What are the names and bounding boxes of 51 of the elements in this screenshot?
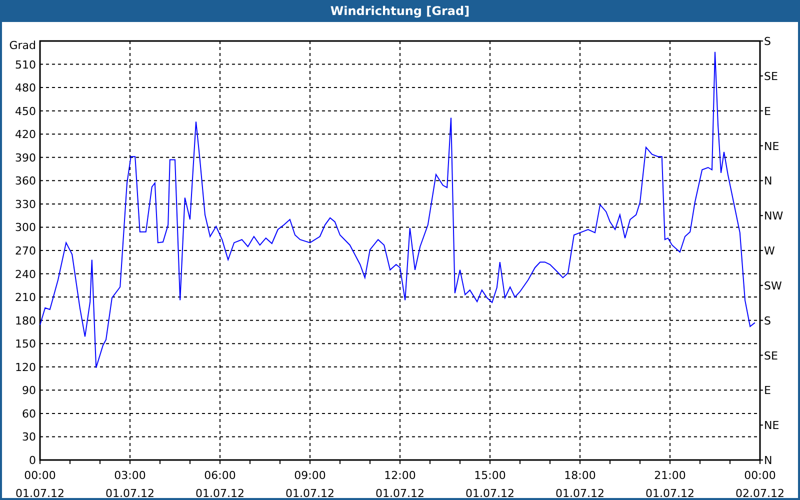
x-date-label: 01.07.12: [556, 487, 604, 500]
direction-label: N: [764, 174, 772, 188]
y-tick-label: 270: [15, 244, 36, 258]
x-tick-label: 06:00: [204, 469, 236, 482]
x-date-label: 01.07.12: [646, 487, 694, 500]
y-tick-label: 120: [15, 360, 36, 374]
y-tick-label: 90: [22, 384, 36, 398]
direction-label: SE: [764, 349, 778, 362]
x-tick-label: 03:00: [114, 469, 146, 482]
y-tick-label: 60: [22, 407, 36, 420]
x-tick-label: 12:00: [384, 469, 416, 482]
x-date-label: 01.07.12: [286, 487, 334, 500]
x-date-label: 01.07.12: [376, 487, 424, 500]
direction-label: W: [764, 244, 775, 258]
x-date-label: 01.07.12: [16, 487, 64, 500]
direction-label: S: [764, 314, 771, 328]
direction-label: NE: [764, 419, 780, 432]
y-tick-label: 330: [15, 198, 36, 211]
direction-label: E: [764, 104, 771, 118]
x-tick-label: 18:00: [564, 469, 596, 482]
x-date-label: 01.07.12: [106, 487, 154, 500]
x-date-label: 02.07.12: [736, 487, 784, 500]
y-tick-label: 390: [15, 151, 36, 164]
x-tick-label: 09:00: [294, 469, 326, 482]
y-tick-label: 300: [15, 221, 36, 234]
y-tick-label: 30: [22, 430, 36, 444]
x-date-label: 01.07.12: [196, 487, 244, 500]
window-title: Windrichtung [Grad]: [2, 0, 798, 22]
y-tick-label: 0: [29, 454, 36, 467]
direction-label: E: [764, 384, 771, 398]
x-date-label: 01.07.12: [466, 487, 514, 500]
x-tick-label: 00:00: [24, 469, 56, 482]
y-tick-label: 420: [15, 128, 36, 142]
y-tick-label: 210: [15, 291, 36, 304]
direction-label: NW: [764, 210, 784, 223]
y-tick-label: 450: [15, 104, 36, 118]
y-tick-label: 480: [15, 82, 36, 95]
direction-label: N: [764, 454, 772, 467]
direction-label: S: [764, 35, 771, 48]
y-tick-label: 180: [15, 314, 36, 328]
direction-label: NE: [764, 140, 780, 153]
x-tick-label: 21:00: [654, 469, 686, 482]
y-tick-label: 510: [15, 58, 36, 72]
y-tick-label: 150: [15, 338, 36, 351]
x-tick-label: 00:00: [744, 469, 776, 482]
x-tick-label: 15:00: [474, 469, 506, 482]
y-tick-label: 240: [15, 268, 36, 281]
y-axis-label: Grad: [9, 39, 36, 52]
direction-label: SW: [764, 279, 782, 292]
y-tick-label: 360: [15, 174, 36, 188]
direction-label: SE: [764, 70, 778, 83]
